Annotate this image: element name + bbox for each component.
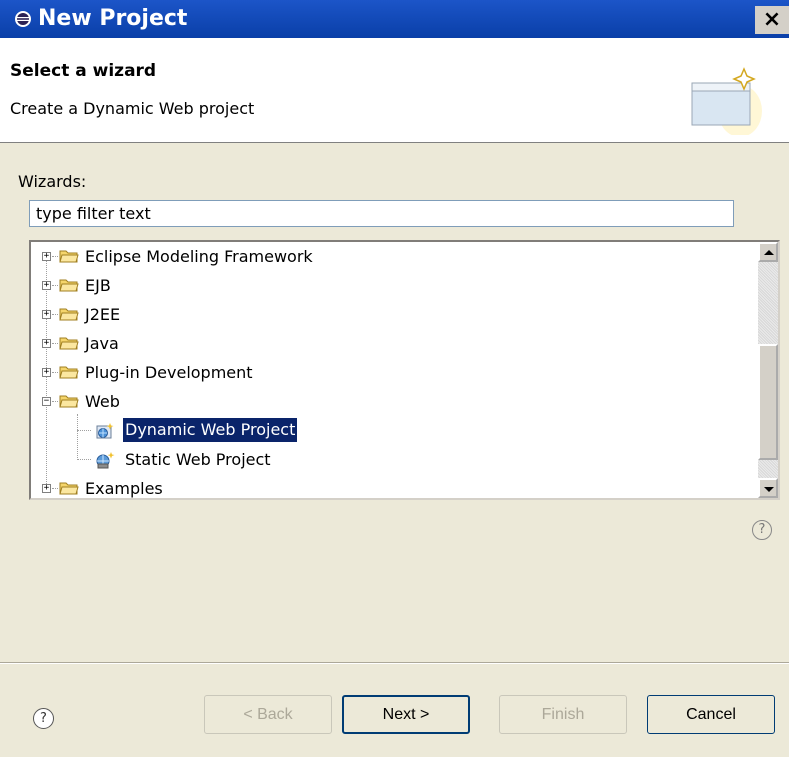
scroll-down-button[interactable] xyxy=(758,478,778,498)
close-button[interactable]: × xyxy=(755,6,789,34)
scroll-thumb[interactable] xyxy=(758,344,778,460)
folder-icon xyxy=(59,279,79,292)
expand-plus-icon[interactable]: + xyxy=(42,368,51,377)
window-title: New Project xyxy=(38,6,188,31)
back-button[interactable]: < Back xyxy=(204,695,332,734)
header-title: Select a wizard xyxy=(10,61,157,81)
tree-scrollbar[interactable] xyxy=(758,242,778,498)
expand-plus-icon[interactable]: + xyxy=(42,484,51,493)
dialog-body: Wizards: + Eclipse Modeling Framework + … xyxy=(0,143,789,757)
tree-node-label: Static Web Project xyxy=(125,450,271,469)
scroll-up-button[interactable] xyxy=(758,242,778,262)
folder-icon xyxy=(59,366,79,379)
static-web-project-icon xyxy=(96,452,115,469)
finish-button[interactable]: Finish xyxy=(499,695,627,734)
tree-connector xyxy=(77,459,91,460)
tree-node-j2ee[interactable]: + J2EE xyxy=(31,300,751,329)
tree-connector xyxy=(52,314,58,315)
context-help-icon[interactable]: ? xyxy=(752,520,772,540)
collapse-minus-icon[interactable]: − xyxy=(42,397,51,406)
tree-node-label: J2EE xyxy=(85,305,121,324)
eclipse-icon xyxy=(15,11,31,27)
folder-icon xyxy=(59,337,79,350)
dynamic-web-project-icon xyxy=(96,423,114,439)
tree-connector xyxy=(52,372,58,373)
folder-icon xyxy=(59,482,79,495)
wizard-header: Select a wizard Create a Dynamic Web pro… xyxy=(0,38,789,143)
wizards-label: Wizards: xyxy=(18,172,87,191)
next-button[interactable]: Next > xyxy=(342,695,470,734)
tree-node-label: Web xyxy=(85,392,120,411)
expand-plus-icon[interactable]: + xyxy=(42,252,51,261)
tree-connector xyxy=(77,430,91,431)
open-folder-icon xyxy=(59,395,79,408)
tree-node-static-web-project[interactable]: Static Web Project xyxy=(31,445,751,474)
tree-node-label: Plug-in Development xyxy=(85,363,253,382)
tree-node-java[interactable]: + Java xyxy=(31,329,751,358)
tree-node-eclipse-modeling-framework[interactable]: + Eclipse Modeling Framework xyxy=(31,242,751,271)
filter-input[interactable] xyxy=(29,200,734,227)
cancel-button[interactable]: Cancel xyxy=(647,695,775,734)
header-description: Create a Dynamic Web project xyxy=(10,99,255,118)
wizard-banner-icon xyxy=(691,67,762,135)
arrow-up-icon xyxy=(764,250,774,255)
tree-node-label: Examples xyxy=(85,479,163,498)
tree-node-plug-in-development[interactable]: + Plug-in Development xyxy=(31,358,751,387)
tree-connector xyxy=(52,343,58,344)
tree-node-label: Dynamic Web Project xyxy=(121,417,299,443)
tree-node-label: Eclipse Modeling Framework xyxy=(85,247,313,266)
tree-connector xyxy=(52,488,58,489)
expand-plus-icon[interactable]: + xyxy=(42,339,51,348)
tree-node-examples[interactable]: + Examples xyxy=(31,474,751,498)
help-button[interactable]: ? xyxy=(33,708,54,729)
folder-icon xyxy=(59,250,79,263)
tree-connector xyxy=(52,401,58,402)
expand-plus-icon[interactable]: + xyxy=(42,310,51,319)
tree-node-web[interactable]: − Web xyxy=(31,387,751,416)
tree-node-ejb[interactable]: + EJB xyxy=(31,271,751,300)
tree-connector xyxy=(52,256,58,257)
arrow-down-icon xyxy=(764,487,774,492)
tree-node-label: EJB xyxy=(85,276,111,295)
button-bar-separator xyxy=(0,662,789,664)
tree-node-label: Java xyxy=(85,334,119,353)
folder-icon xyxy=(59,308,79,321)
expand-plus-icon[interactable]: + xyxy=(42,281,51,290)
wizard-tree[interactable]: + Eclipse Modeling Framework + EJB + J2E… xyxy=(29,240,780,500)
tree-connector xyxy=(52,285,58,286)
title-bar: New Project × xyxy=(0,0,789,38)
tree-node-dynamic-web-project[interactable]: Dynamic Web Project xyxy=(31,416,751,445)
